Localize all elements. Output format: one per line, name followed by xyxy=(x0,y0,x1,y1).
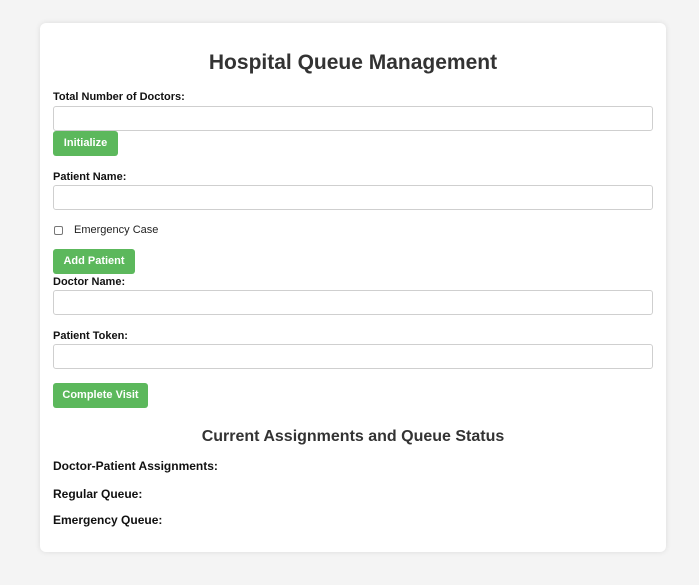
patient-token-label: Patient Token: xyxy=(53,330,128,342)
page-title: Hospital Queue Management xyxy=(208,51,498,74)
complete-visit-button[interactable]: Complete Visit xyxy=(53,383,148,408)
initialize-button[interactable]: Initialize xyxy=(53,131,118,156)
emergency-case-row[interactable]: Emergency Case xyxy=(54,223,158,237)
queue-management-card: Hospital Queue Management Total Number o… xyxy=(40,23,666,552)
emergency-queue-label: Emergency Queue: xyxy=(53,513,163,527)
patient-name-label: Patient Name: xyxy=(53,171,127,183)
doctors-count-label: Total Number of Doctors: xyxy=(53,91,185,103)
add-patient-button[interactable]: Add Patient xyxy=(53,249,135,274)
doctor-name-label: Doctor Name: xyxy=(53,276,126,288)
status-heading: Current Assignments and Queue Status xyxy=(201,428,505,445)
patient-name-input[interactable] xyxy=(53,185,653,210)
patient-token-input[interactable] xyxy=(53,344,653,369)
regular-queue-label: Regular Queue: xyxy=(53,487,143,501)
doctor-name-input[interactable] xyxy=(53,290,653,315)
emergency-case-label: Emergency Case xyxy=(74,224,159,236)
assignments-label: Doctor-Patient Assignments: xyxy=(53,459,218,473)
doctors-count-input[interactable] xyxy=(53,106,653,131)
emergency-case-checkbox[interactable] xyxy=(54,225,63,235)
